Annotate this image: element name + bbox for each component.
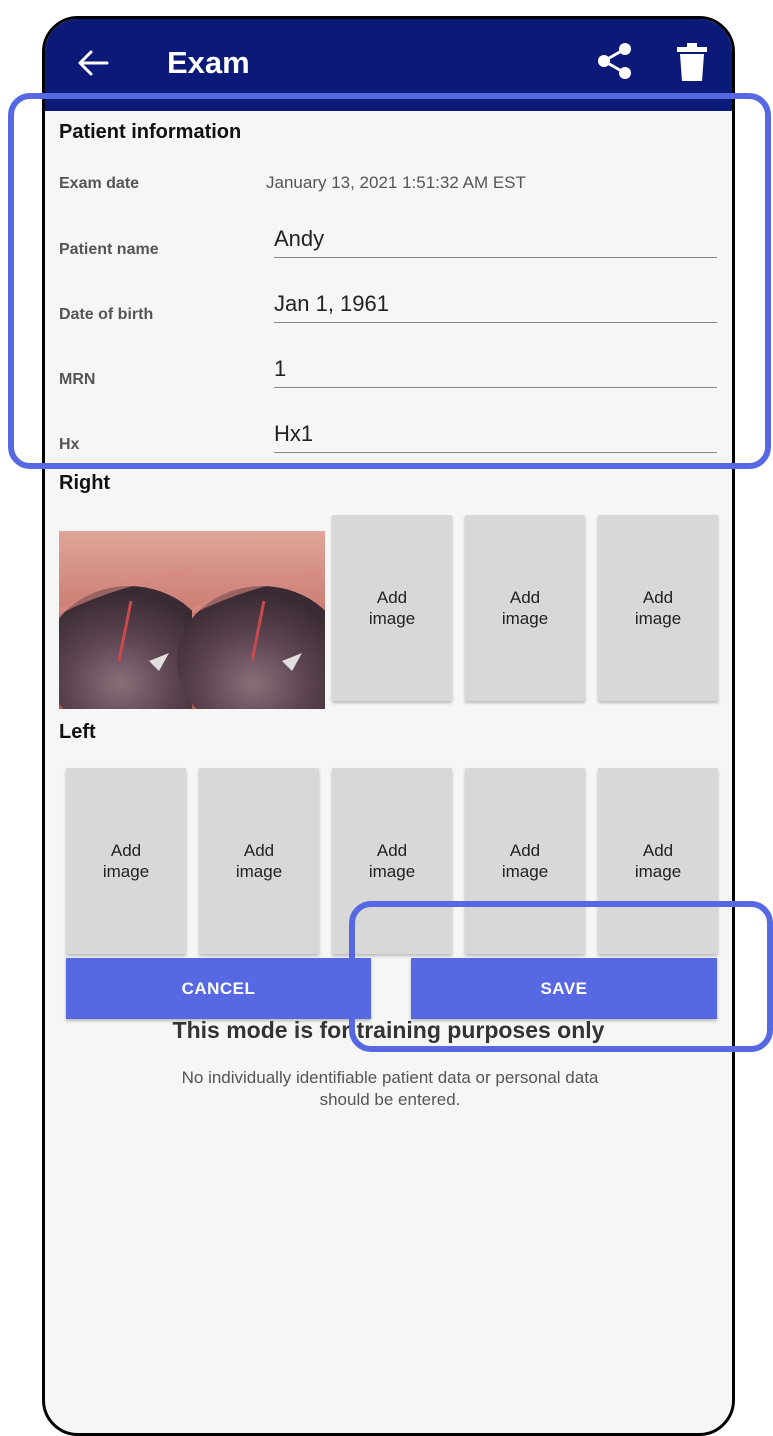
cancel-button[interactable]: CANCEL xyxy=(66,958,371,1019)
left-ear-heading: Left xyxy=(59,721,96,743)
right-ear-image[interactable] xyxy=(59,531,325,709)
right-add-image-slot[interactable]: Add image xyxy=(465,515,585,701)
eardrum-photo xyxy=(59,531,325,709)
left-add-image-slot[interactable]: Add image xyxy=(66,768,186,954)
right-add-image-slot[interactable]: Add image xyxy=(598,515,718,701)
training-notice-body: No individually identifiable patient dat… xyxy=(181,1068,599,1109)
share-icon[interactable] xyxy=(595,41,635,81)
patient-info-highlight xyxy=(8,93,771,469)
trash-icon[interactable] xyxy=(677,43,707,83)
save-button-highlight xyxy=(349,901,773,1052)
arrow-left-icon[interactable] xyxy=(75,43,111,83)
right-ear-heading: Right xyxy=(59,472,111,494)
left-add-image-slot[interactable]: Add image xyxy=(199,768,319,954)
right-add-image-slot[interactable]: Add image xyxy=(332,515,452,701)
page-title: Exam xyxy=(167,45,250,80)
